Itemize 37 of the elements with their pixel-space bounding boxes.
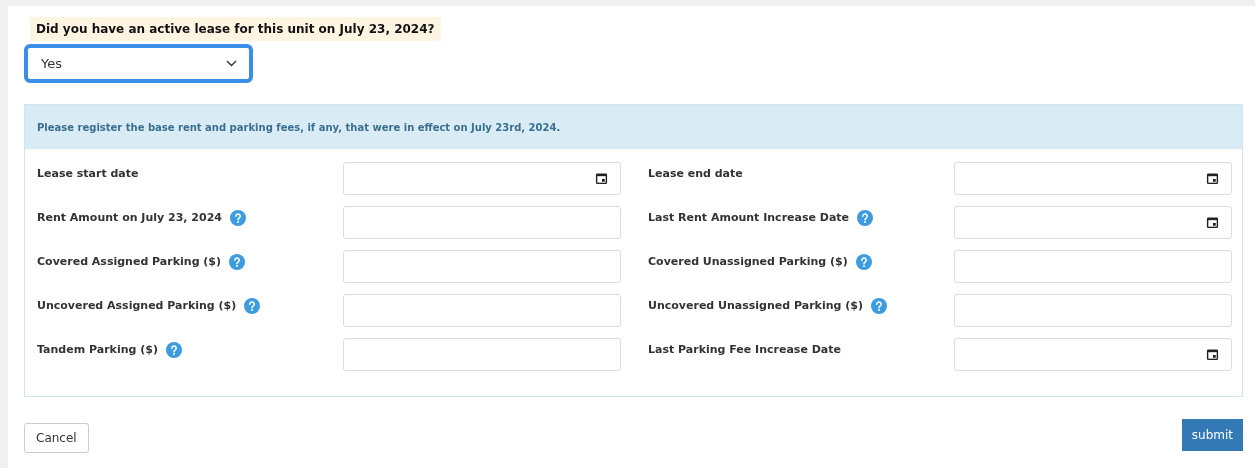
date-field[interactable] — [954, 338, 1232, 371]
input-field[interactable] — [343, 250, 621, 283]
help-icon[interactable] — [244, 298, 261, 315]
field-label: Covered Assigned Parking ($) — [37, 254, 222, 270]
input-field[interactable] — [343, 206, 621, 239]
submit-button[interactable]: submit — [1181, 419, 1243, 451]
help-icon[interactable] — [855, 254, 872, 271]
input-field[interactable] — [954, 294, 1232, 327]
date-field[interactable] — [954, 206, 1232, 239]
field-label: Last Parking Fee Increase Date — [648, 342, 841, 358]
calendar-icon[interactable] — [1206, 348, 1219, 361]
date-field[interactable] — [343, 162, 621, 195]
help-icon[interactable] — [229, 254, 246, 271]
field-label: Uncovered Assigned Parking ($) — [37, 298, 237, 314]
chevron-down-icon — [226, 60, 237, 67]
answer-select[interactable]: Yes — [24, 44, 253, 83]
field-label: Lease start date — [37, 166, 139, 182]
field-label: Lease end date — [648, 166, 743, 182]
field-label: Last Rent Amount Increase Date — [648, 210, 850, 226]
calendar-icon[interactable] — [1206, 216, 1219, 229]
field-label: Rent Amount on July 23, 2024 — [37, 210, 222, 226]
cancel-button[interactable]: Cancel — [24, 423, 89, 453]
help-icon[interactable] — [165, 342, 182, 359]
input-field[interactable] — [343, 338, 621, 371]
date-field[interactable] — [954, 162, 1232, 195]
calendar-icon[interactable] — [1206, 172, 1219, 185]
help-icon[interactable] — [230, 210, 246, 227]
field-label: Uncovered Unassigned Parking ($) — [648, 298, 863, 314]
notice-text: Please register the base rent and parking fees, if any, that were in effect on July 23rd, 2024. — [37, 120, 561, 135]
field-label: Covered Unassigned Parking ($) — [648, 254, 848, 270]
calendar-icon[interactable] — [595, 172, 608, 185]
input-field[interactable] — [954, 250, 1232, 283]
help-icon[interactable] — [857, 210, 874, 227]
question-label: Did you have an active lease for this unit on July 23, 2024? — [30, 17, 441, 41]
input-field[interactable] — [343, 294, 621, 327]
field-label: Tandem Parking ($) — [37, 342, 158, 358]
help-icon[interactable] — [870, 298, 887, 315]
